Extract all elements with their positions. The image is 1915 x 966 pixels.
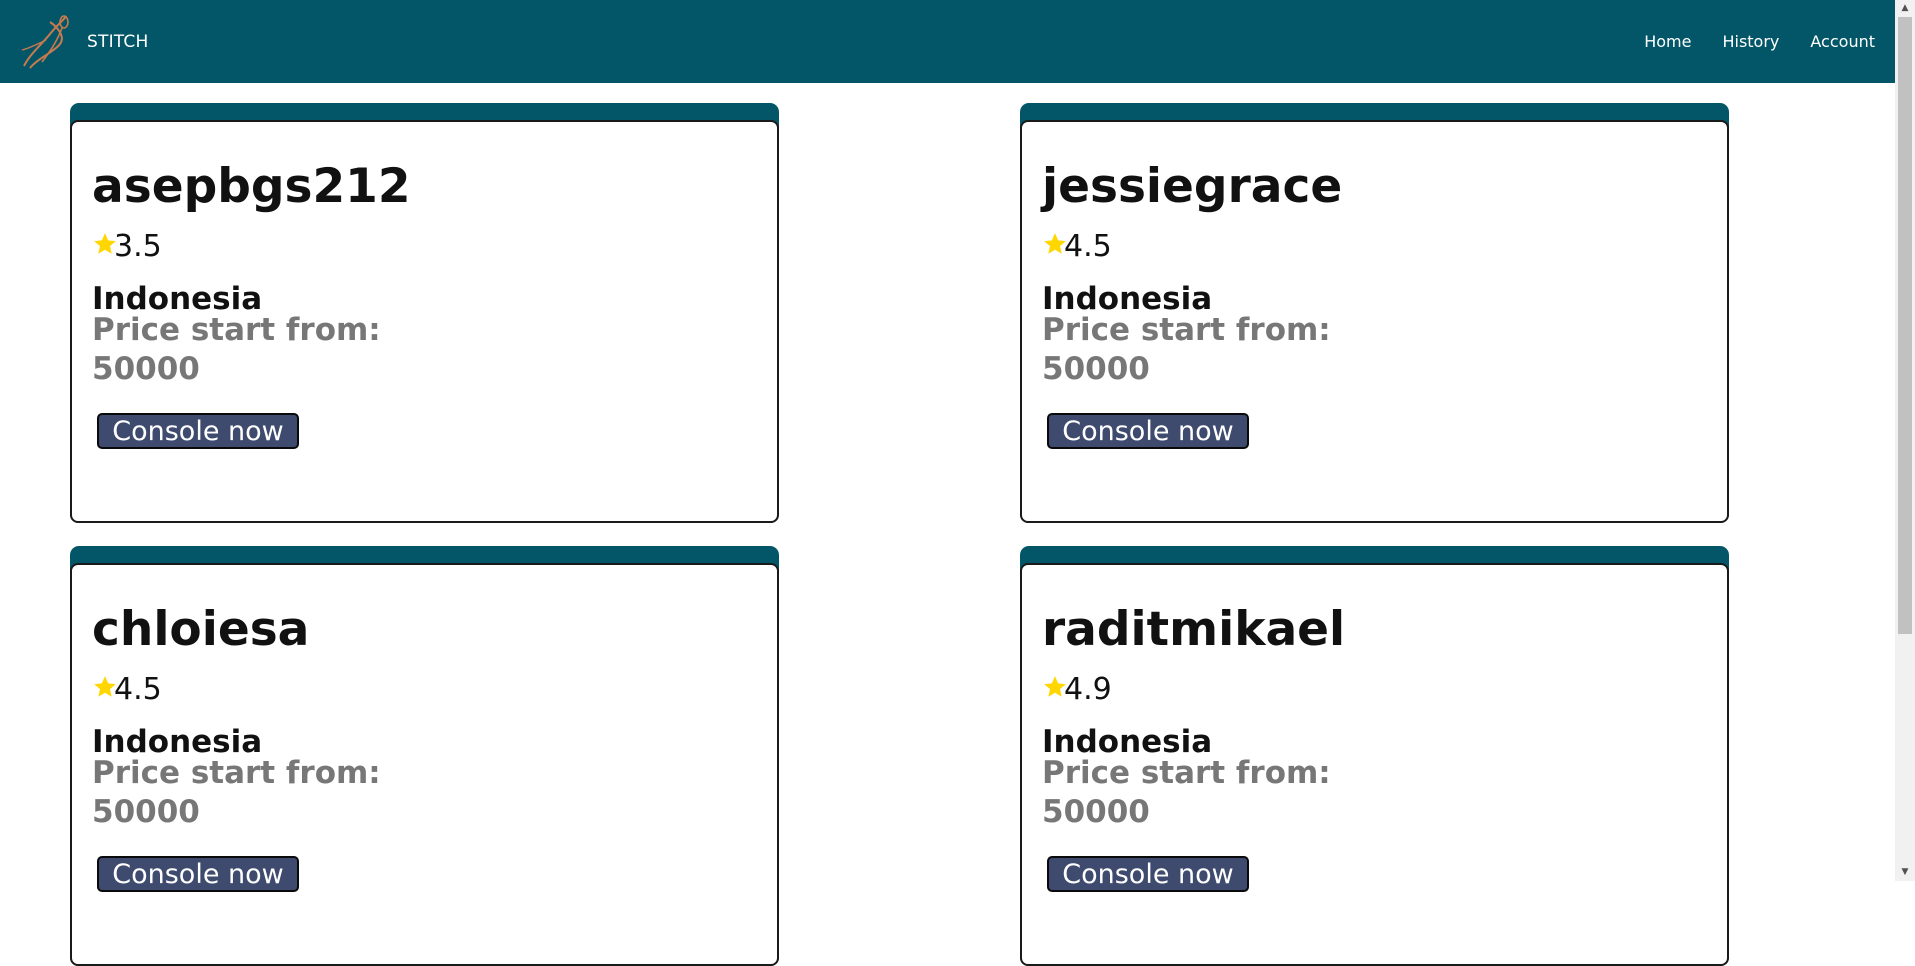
price-label: Price start from: [1042,312,1331,348]
card-body: jessiegrace 4.5 Indonesia Price start fr… [1020,120,1729,523]
console-now-button[interactable]: Console now [97,413,299,449]
nav-links: Home History Account [1644,0,1895,83]
price-value: 50000 [1042,351,1150,387]
rating: 3.5 [92,232,162,262]
consultant-name: raditmikael [1042,602,1346,657]
brand-name: STITCH [87,31,149,52]
rating-value: 4.5 [1064,229,1112,264]
scroll-down-arrow-icon[interactable]: ▼ [1895,864,1915,881]
card-body: raditmikael 4.9 Indonesia Price start fr… [1020,563,1729,966]
console-now-button[interactable]: Console now [1047,413,1249,449]
consultant-name: asepbgs212 [92,159,411,214]
top-navbar: STITCH Home History Account [0,0,1895,83]
nav-link-account[interactable]: Account [1810,32,1875,51]
console-now-button[interactable]: Console now [97,856,299,892]
rating-value: 4.9 [1064,672,1112,707]
consultant-card: asepbgs212 3.5 Indonesia Price start fro… [70,103,779,523]
country: Indonesia [92,724,263,760]
rating: 4.5 [1042,232,1112,262]
vertical-scrollbar[interactable]: ▲ ▼ [1895,0,1915,881]
country: Indonesia [1042,281,1213,317]
rating: 4.9 [1042,675,1112,705]
consultant-card: chloiesa 4.5 Indonesia Price start from:… [70,546,779,966]
price-label: Price start from: [92,312,381,348]
rating-value: 4.5 [114,672,162,707]
brand[interactable]: STITCH [20,0,148,83]
card-body: asepbgs212 3.5 Indonesia Price start fro… [70,120,779,523]
price-label: Price start from: [1042,755,1331,791]
price-label: Price start from: [92,755,381,791]
country: Indonesia [92,281,263,317]
rating: 4.5 [92,675,162,705]
consultant-name: chloiesa [92,602,310,657]
nav-link-home[interactable]: Home [1644,32,1691,51]
price-value: 50000 [1042,794,1150,830]
scrollbar-thumb[interactable] [1898,17,1912,634]
rating-value: 3.5 [114,229,162,264]
nav-link-history[interactable]: History [1722,32,1779,51]
consultant-card: raditmikael 4.9 Indonesia Price start fr… [1020,546,1729,966]
price-value: 50000 [92,794,200,830]
needle-thread-icon [21,14,69,69]
card-body: chloiesa 4.5 Indonesia Price start from:… [70,563,779,966]
country: Indonesia [1042,724,1213,760]
price-value: 50000 [92,351,200,387]
console-now-button[interactable]: Console now [1047,856,1249,892]
consultant-name: jessiegrace [1042,159,1343,214]
scroll-up-arrow-icon[interactable]: ▲ [1895,0,1915,17]
consultant-card: jessiegrace 4.5 Indonesia Price start fr… [1020,103,1729,523]
